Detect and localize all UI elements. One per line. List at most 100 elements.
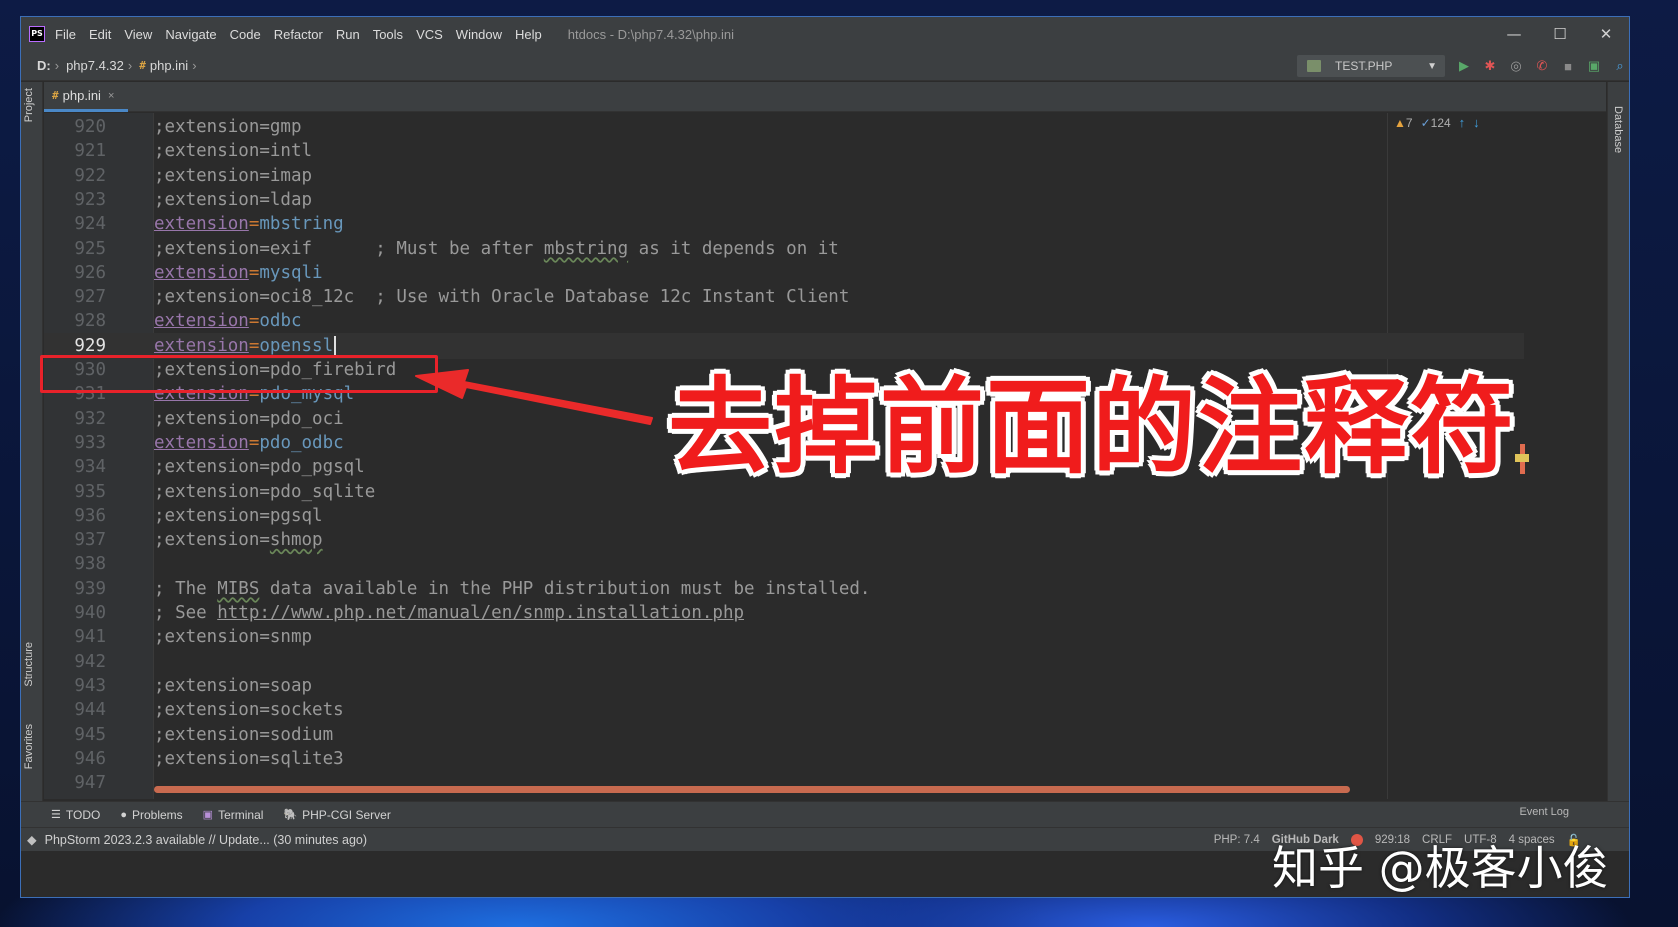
tool-tab-label: PHP-CGI Server [302,807,391,822]
line-content: ;extension=shmop [154,527,323,553]
comment-text: ; The [154,578,218,599]
event-log-button[interactable]: Event Log [1519,806,1569,818]
next-highlight-icon[interactable]: ↓ [1473,115,1480,130]
breadcrumb-folder[interactable]: php7.4.32 › [66,58,139,73]
comment-text: ;extension=exif ; Must be after [154,238,544,259]
tool-tab-problems[interactable]: ● Problems [120,808,182,822]
directive-key: extension [154,311,249,332]
line-content: extension=pdo_odbc [154,430,344,456]
php-version[interactable]: PHP: 7.4 [1214,834,1260,846]
line-number: 932 [74,408,106,429]
typo-word: MIBS [217,578,260,599]
directive-key: extension [154,432,249,453]
maximize-button[interactable]: ☐ [1537,17,1583,51]
tool-tab-project[interactable]: Project [23,88,35,122]
breadcrumb-label: php.ini [149,58,189,73]
close-window-button[interactable]: ✕ [1583,17,1629,51]
code-line: 938 [44,551,1524,577]
watermark: 知乎 @极客小俊 [1272,841,1609,895]
run-toolbar: ▶ ✱ ◎ ✆ ■ ▣ ⌕ [1455,57,1629,75]
breadcrumb-label: D: [37,58,51,73]
menu-view[interactable]: View [124,27,152,42]
typo-count-value: 124 [1430,115,1451,130]
tool-tab-structure[interactable]: Structure [23,642,35,687]
menu-edit[interactable]: Edit [89,27,111,42]
inspection-widget[interactable]: ▲7 ✓124 ↑ ↓ [1394,115,1480,130]
line-number: 926 [74,262,106,283]
code-line: 937 ;extension=shmop [44,527,1524,553]
change-marker-icon[interactable] [1515,444,1529,474]
code-line: 923 ;extension=ldap [44,187,1524,213]
url-link: http://www.php.net/manual/en/snmp.instal… [217,603,745,623]
menu-tools[interactable]: Tools [373,27,403,42]
tool-tab-terminal[interactable]: ▣ Terminal [203,808,264,822]
ini-file-icon: # [52,89,59,102]
code-line: 936 ;extension=pgsql [44,503,1524,529]
line-content: ;extension=imap [154,163,312,189]
tool-tab-todo[interactable]: ☰ TODO [51,808,100,822]
breadcrumb-file[interactable]: # php.ini › [139,58,203,73]
title-bar: PS File Edit View Navigate Code Refactor… [21,17,1629,51]
tab-label: php.ini [62,88,101,103]
line-content: extension=mbstring [154,211,344,237]
line-number: 923 [74,189,106,210]
line-number: 934 [74,457,106,478]
line-number: 945 [74,724,106,745]
php-script-icon [1307,60,1321,72]
line-number: 941 [74,627,106,648]
menu-vcs[interactable]: VCS [416,27,443,42]
line-number: 924 [74,214,106,235]
line-content: extension=mysqli [154,260,323,286]
equals-sign: = [248,262,260,283]
chevron-right-icon: › [54,58,60,73]
previous-highlight-icon[interactable]: ↑ [1459,115,1466,130]
tool-tab-database[interactable]: Database [1612,106,1624,153]
code-line: 921 ;extension=intl [44,138,1524,164]
directive-key: extension [154,214,249,235]
run-icon[interactable]: ▶ [1455,57,1473,75]
tab-php-ini[interactable]: # php.ini × [44,82,128,112]
stop-icon[interactable]: ■ [1559,57,1577,75]
minimize-button[interactable]: — [1491,17,1537,51]
equals-sign: = [248,214,260,235]
right-tool-strip: Database [1607,82,1629,840]
tool-tab-php-cgi-server[interactable]: 🐘 PHP-CGI Server [283,808,390,822]
terminal-icon[interactable]: ▣ [1585,57,1603,75]
line-number: 920 [74,117,106,137]
menu-window[interactable]: Window [456,27,502,42]
close-icon[interactable]: × [108,90,114,102]
menu-run[interactable]: Run [336,27,360,42]
debug-icon[interactable]: ✱ [1481,57,1499,75]
line-number: 937 [74,530,106,551]
tool-tab-label: TODO [65,807,101,822]
main-menu: File Edit View Navigate Code Refactor Ru… [55,27,542,42]
ini-file-icon: # [139,59,146,72]
code-line: 922 ;extension=imap [44,163,1524,189]
line-content: ;extension=soap [154,673,312,699]
line-number: 940 [74,603,106,623]
menu-help[interactable]: Help [515,27,542,42]
tool-tab-favorites[interactable]: Favorites [23,724,35,769]
line-content: ;extension=sqlite3 [154,746,344,772]
listen-debug-icon[interactable]: ✆ [1533,57,1551,75]
line-content: ; See http://www.php.net/manual/en/snmp.… [154,600,744,626]
menu-code[interactable]: Code [230,27,261,42]
line-number: 936 [74,505,106,526]
coverage-icon[interactable]: ◎ [1507,57,1525,75]
typo-word: shmop [269,530,323,551]
directive-value: mbstring [259,214,344,235]
breadcrumb-drive[interactable]: D: › [37,58,66,73]
status-message[interactable]: PhpStorm 2023.2.3 available // Update...… [45,833,367,847]
directive-key: extension [154,335,249,356]
menu-file[interactable]: File [55,27,76,42]
code-line: 927 ;extension=oci8_12c ; Use with Oracle… [44,284,1524,310]
code-line: 946 ;extension=sqlite3 [44,746,1524,772]
line-number: 933 [74,432,106,453]
menu-refactor[interactable]: Refactor [274,27,323,42]
chevron-down-icon: ▼ [1427,60,1437,72]
menu-navigate[interactable]: Navigate [165,27,216,42]
line-content: ;extension=sockets [154,697,344,723]
run-configuration-select[interactable]: TEST.PHP ▼ [1297,55,1445,77]
horizontal-scrollbar[interactable] [154,786,1350,793]
search-icon[interactable]: ⌕ [1611,57,1629,75]
